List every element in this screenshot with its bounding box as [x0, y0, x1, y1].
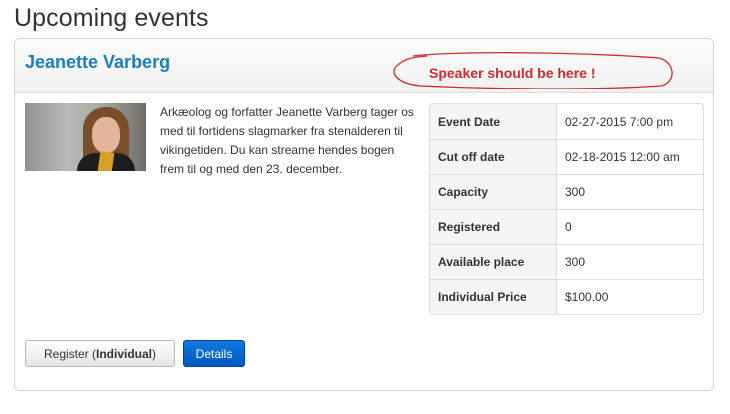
speaker-annotation: Speaker should be here !	[391, 52, 675, 89]
page-title: Upcoming events	[14, 4, 209, 32]
event-description-text: Arkæolog og forfatter Jeanette Varberg t…	[160, 105, 414, 176]
event-info-table: Event Date 02-27-2015 7:00 pm Cut off da…	[429, 103, 704, 315]
register-button-suffix: )	[152, 346, 157, 361]
table-row: Capacity 300	[430, 174, 703, 209]
registered-label: Registered	[430, 209, 557, 244]
individual-price-label: Individual Price	[430, 279, 557, 314]
capacity-value: 300	[557, 174, 703, 209]
register-type-label: Individual	[96, 346, 153, 361]
annotation-text: Speaker should be here !	[429, 65, 596, 81]
table-row: Available place 300	[430, 244, 703, 279]
event-description: Arkæolog og forfatter Jeanette Varberg t…	[25, 103, 417, 179]
available-place-value: 300	[557, 244, 703, 279]
cutoff-date-value: 02-18-2015 12:00 am	[557, 139, 703, 174]
event-panel: Jeanette Varberg Speaker should be here …	[14, 38, 714, 391]
details-button[interactable]: Details	[183, 340, 245, 367]
register-button-label: Register (	[43, 346, 96, 361]
panel-header: Jeanette Varberg Speaker should be here …	[15, 39, 713, 93]
event-title-link[interactable]: Jeanette Varberg	[25, 52, 170, 73]
registered-value: 0	[557, 209, 703, 244]
capacity-label: Capacity	[430, 174, 557, 209]
event-date-value: 02-27-2015 7:00 pm	[557, 104, 703, 139]
register-button[interactable]: Register (Individual)	[25, 340, 175, 367]
table-row: Individual Price $100.00	[430, 279, 703, 314]
available-place-label: Available place	[430, 244, 557, 279]
individual-price-value: $100.00	[557, 279, 703, 314]
table-row: Registered 0	[430, 209, 703, 244]
table-row: Cut off date 02-18-2015 12:00 am	[430, 139, 703, 174]
event-date-label: Event Date	[430, 104, 557, 139]
cutoff-date-label: Cut off date	[430, 139, 557, 174]
table-row: Event Date 02-27-2015 7:00 pm	[430, 104, 703, 139]
